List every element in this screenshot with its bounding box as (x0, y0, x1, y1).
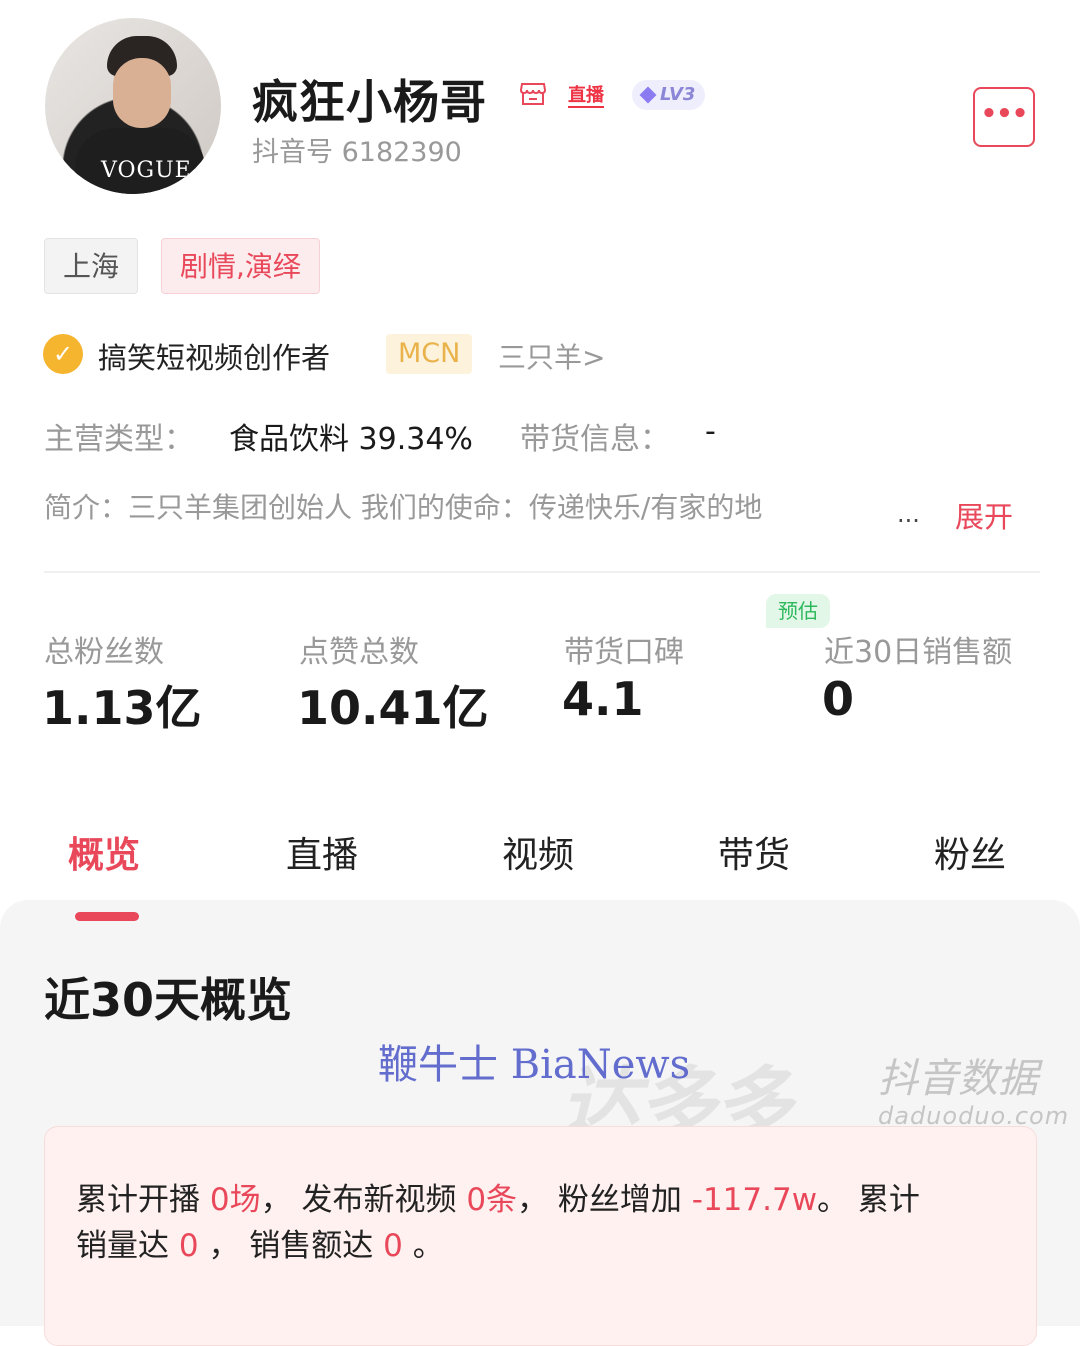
expand-link[interactable]: 展开 (955, 494, 1013, 536)
summary-text: 累计开播 (76, 1182, 210, 1218)
tab-goods[interactable]: 带货 (718, 826, 790, 878)
stat-reputation-value: 4.1 (562, 672, 644, 726)
tag-city: 上海 (44, 238, 139, 294)
summary-line-2: 销量达 0 ， 销售额达 0 。 (76, 1220, 444, 1265)
stat-fans-label: 总粉丝数 (44, 635, 164, 670)
mcn-tag: MCN (386, 334, 473, 374)
summary-text: ， 发布新视频 (260, 1182, 467, 1218)
account-name: 疯狂小杨哥 (252, 75, 487, 129)
intro-text: 简介：三只羊集团创始人 我们的使命：传递快乐/有家的地 (44, 491, 763, 524)
shop-icon[interactable] (518, 78, 548, 108)
summary-text: 销量达 (76, 1228, 179, 1264)
level-badge: LV3 (632, 80, 706, 110)
tab-video[interactable]: 视频 (502, 826, 574, 878)
goods-info-label: 带货信息： (520, 422, 670, 457)
tab-overview[interactable]: 概览 (68, 826, 140, 878)
verification-text: 搞笑短视频创作者 (98, 341, 331, 375)
summary-line-1: 累计开播 0场， 发布新视频 0条， 粉丝增加 -117.7w。 累计 (76, 1174, 920, 1219)
intro-ellipsis: ... (897, 500, 920, 528)
tag-genre: 剧情,演绎 (161, 238, 320, 294)
summary-text: 。 (402, 1228, 444, 1264)
watermark-bianews: 鞭牛士 BiaNews (378, 1042, 691, 1088)
estimate-badge: 预估 (766, 594, 830, 628)
stat-fans-value: 1.13亿 (42, 681, 202, 735)
douyin-id: 抖音号 6182390 (252, 137, 462, 168)
summary-text: 。 累计 (817, 1182, 920, 1218)
live-tag[interactable]: 直播 (568, 86, 604, 108)
divider (44, 571, 1040, 573)
stat-sales-label: 近30日销售额 (824, 635, 1013, 670)
summary-text: ， 粉丝增加 (517, 1182, 692, 1218)
stat-reputation-label: 带货口碑 (564, 635, 684, 670)
gem-icon (639, 86, 657, 104)
stat-likes-value: 10.41亿 (297, 681, 489, 735)
stat-sales-value: 0 (822, 672, 855, 726)
stat-likes-label: 点赞总数 (299, 635, 419, 670)
tab-fans[interactable]: 粉丝 (934, 826, 1006, 878)
avatar-shirt-logo: VOGUE (101, 158, 192, 183)
watermark-douyin-data: 抖音数据 (878, 1056, 1038, 1102)
level-text: LV3 (660, 84, 696, 105)
main-type-value: 食品饮料 39.34% (229, 422, 473, 457)
section-title: 近30天概览 (44, 973, 293, 1027)
tab-live[interactable]: 直播 (286, 826, 358, 878)
avatar-face (113, 58, 171, 128)
fan-change: -117.7w (691, 1182, 818, 1218)
live-count: 0场 (209, 1182, 261, 1218)
sales-amount: 0 (383, 1228, 403, 1264)
check-verified-icon: ✓ (43, 334, 83, 374)
summary-text: ， 销售额达 (198, 1228, 384, 1264)
more-button[interactable]: ••• (973, 87, 1035, 147)
video-count: 0条 (466, 1182, 518, 1218)
avatar[interactable]: VOGUE (45, 18, 221, 194)
tab-indicator (75, 912, 139, 921)
mcn-link[interactable]: 三只羊> (498, 336, 605, 376)
goods-info-value: - (705, 414, 716, 449)
sales-volume: 0 (178, 1228, 199, 1264)
main-type-label: 主营类型： (44, 422, 194, 457)
